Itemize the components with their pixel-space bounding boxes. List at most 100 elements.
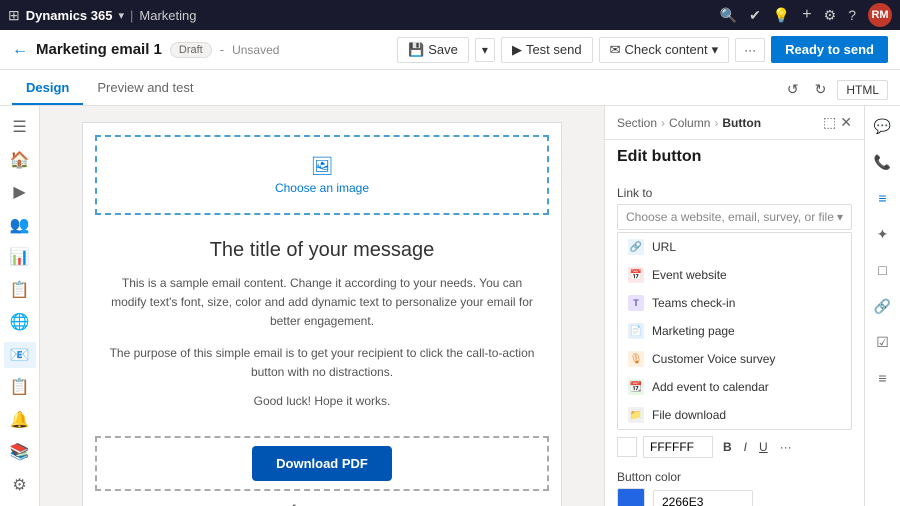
ready-to-send-button[interactable]: Ready to send	[771, 36, 888, 63]
email-body: 🖼 Choose an image The title of your mess…	[82, 122, 562, 506]
search-icon[interactable]: 🔍	[720, 7, 737, 24]
email-title: Marketing email 1	[36, 41, 162, 58]
brand-chevron[interactable]: ▾	[118, 9, 124, 22]
dropdown-label-calendar: Add event to calendar	[652, 380, 769, 394]
unsaved-status: Unsaved	[232, 43, 279, 57]
undo-button[interactable]: ↺	[782, 78, 804, 101]
link-placeholder: Choose a website, email, survey, or file	[626, 210, 834, 224]
dropdown-item-teams[interactable]: T Teams check-in	[618, 289, 851, 317]
more-format-button[interactable]: ···	[776, 438, 796, 456]
sidebar-icon-play[interactable]: ▶	[4, 179, 36, 206]
sidebar-icon-menu[interactable]: ☰	[4, 114, 36, 141]
settings-icon[interactable]: ⚙	[824, 7, 837, 24]
email-good-luck[interactable]: Good luck! Hope it works.	[107, 394, 537, 408]
breadcrumb-sep2: ›	[714, 116, 718, 130]
breadcrumb-button[interactable]: Button	[722, 116, 761, 130]
strip-chat-icon[interactable]: 💬	[869, 112, 897, 140]
help-icon[interactable]: ?	[848, 7, 856, 23]
strip-list-icon[interactable]: ≡	[869, 184, 897, 212]
button-color-input[interactable]	[653, 490, 753, 506]
sidebar-icon-books[interactable]: 📚	[4, 439, 36, 466]
breadcrumb-column[interactable]: Column	[669, 116, 710, 130]
dropdown-item-marketing[interactable]: 📄 Marketing page	[618, 317, 851, 345]
link-dropdown-menu: 🔗 URL 📅 Event website T Teams check-in 📄…	[617, 232, 852, 430]
dropdown-item-voice[interactable]: 🎙 Customer Voice survey	[618, 345, 851, 373]
left-sidebar: ☰ 🏠 ▶ 👥 📊 📋 🌐 📧 📋 🔔 📚 ⚙	[0, 106, 40, 506]
sidebar-icon-list[interactable]: 📋	[4, 374, 36, 401]
event-icon: 📅	[628, 267, 644, 283]
url-icon: 🔗	[628, 239, 644, 255]
save-dropdown-button[interactable]: ▾	[475, 38, 495, 62]
sidebar-icon-home[interactable]: 🏠	[4, 147, 36, 174]
sidebar-icon-settings[interactable]: ⚙	[4, 472, 36, 499]
dropdown-label-marketing: Marketing page	[652, 324, 735, 338]
image-placeholder[interactable]: Choose an image	[275, 181, 369, 195]
email-purpose-text[interactable]: The purpose of this simple email is to g…	[107, 344, 537, 382]
check-content-chevron: ▾	[712, 42, 719, 58]
sidebar-icon-email[interactable]: 📧	[4, 342, 36, 369]
dropdown-item-calendar[interactable]: 📆 Add event to calendar	[618, 373, 851, 401]
save-button[interactable]: 💾 Save	[397, 37, 469, 63]
email-body-text[interactable]: This is a sample email content. Change i…	[107, 274, 537, 332]
dropdown-item-file[interactable]: 📁 File download	[618, 401, 851, 429]
check-content-icon: ✉	[610, 42, 621, 58]
dropdown-label-url: URL	[652, 240, 676, 254]
button-color-label: Button color	[617, 470, 852, 484]
far-right-strip: 💬 📞 ≡ ✦ □ 🔗 ☑ ≡	[864, 106, 900, 506]
module-name: Marketing	[139, 8, 196, 23]
lightbulb-icon[interactable]: 💡	[773, 7, 790, 24]
dropdown-item-url[interactable]: 🔗 URL	[618, 233, 851, 261]
tab-preview[interactable]: Preview and test	[83, 72, 207, 105]
close-icon[interactable]: ✕	[840, 114, 852, 131]
link-to-label: Link to	[617, 186, 852, 200]
apps-icon[interactable]: ⊞	[8, 7, 20, 24]
text-color-input[interactable]	[643, 436, 713, 458]
email-image-section[interactable]: 🖼 Choose an image	[95, 135, 549, 215]
text-color-swatch[interactable]	[617, 437, 637, 457]
strip-link-icon[interactable]: 🔗	[869, 292, 897, 320]
check-content-button[interactable]: ✉ Check content ▾	[599, 37, 730, 63]
tabs-bar: Design Preview and test ↺ ↻ HTML	[0, 70, 900, 106]
sidebar-icon-people[interactable]: 👥	[4, 212, 36, 239]
dropdown-label-teams: Teams check-in	[652, 296, 735, 310]
italic-button[interactable]: I	[740, 438, 751, 456]
strip-box-icon[interactable]: □	[869, 256, 897, 284]
check-icon[interactable]: ✔	[749, 7, 761, 24]
strip-check-icon[interactable]: ☑	[869, 328, 897, 356]
nav-separator: |	[130, 8, 133, 23]
sidebar-icon-bell[interactable]: 🔔	[4, 407, 36, 434]
text-color-row: B I U ···	[617, 436, 852, 458]
back-button[interactable]: ←	[12, 41, 28, 59]
strip-menu-icon[interactable]: ≡	[869, 364, 897, 392]
underline-button[interactable]: U	[755, 438, 772, 456]
add-icon[interactable]: +	[802, 6, 811, 24]
cta-button[interactable]: Download PDF	[252, 446, 392, 481]
html-button[interactable]: HTML	[837, 80, 888, 100]
expand-icon[interactable]: ⬚	[823, 114, 836, 131]
button-color-swatch[interactable]	[617, 488, 645, 506]
button-color-row	[617, 488, 852, 506]
tab-design[interactable]: Design	[12, 72, 83, 105]
avatar[interactable]: RM	[868, 3, 892, 27]
strip-star-icon[interactable]: ✦	[869, 220, 897, 248]
email-title[interactable]: The title of your message	[107, 239, 537, 262]
strip-phone-icon[interactable]: 📞	[869, 148, 897, 176]
dropdown-item-event[interactable]: 📅 Event website	[618, 261, 851, 289]
redo-button[interactable]: ↻	[810, 78, 832, 101]
bold-button[interactable]: B	[719, 438, 736, 456]
test-send-icon: ▶	[512, 42, 522, 58]
secondary-nav: ← Marketing email 1 Draft - Unsaved 💾 Sa…	[0, 30, 900, 70]
sidebar-icon-clipboard[interactable]: 📋	[4, 277, 36, 304]
sidebar-icon-globe[interactable]: 🌐	[4, 309, 36, 336]
more-options-button[interactable]: ···	[735, 38, 765, 62]
panel-header: Section › Column › Button ⬚ ✕	[605, 106, 864, 140]
test-send-button[interactable]: ▶ Test send	[501, 37, 593, 63]
panel-title: Edit button	[605, 140, 864, 170]
format-buttons: B I U ···	[719, 438, 796, 456]
breadcrumb-section[interactable]: Section	[617, 116, 657, 130]
brand-name: Dynamics 365	[26, 8, 113, 23]
link-to-dropdown[interactable]: Choose a website, email, survey, or file…	[617, 204, 852, 230]
dropdown-label-event: Event website	[652, 268, 727, 282]
dropdown-chevron: ▾	[837, 210, 843, 224]
sidebar-icon-analytics[interactable]: 📊	[4, 244, 36, 271]
